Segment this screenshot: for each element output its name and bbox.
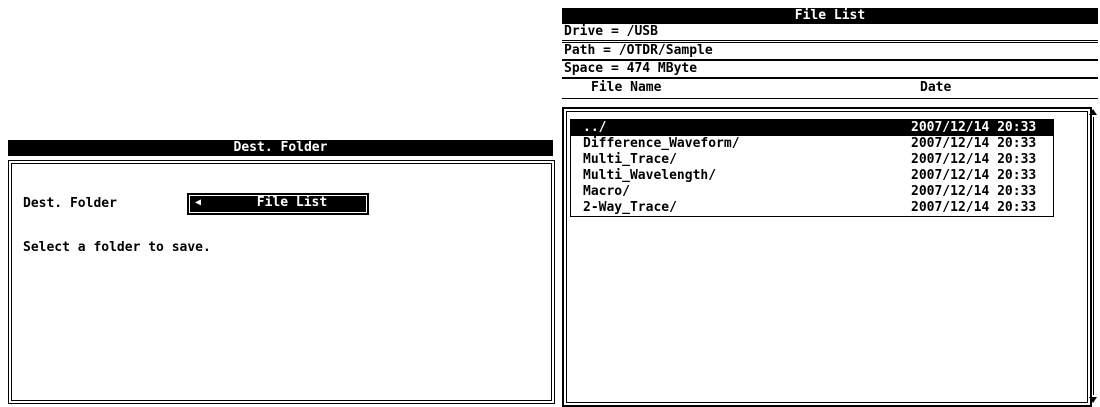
space-info: Space = 474 MByte [562, 60, 1098, 78]
file-name: ../ [583, 120, 607, 135]
dest-folder-select[interactable]: ◀ File List [187, 193, 369, 215]
file-date: 2007/12/14 20:33 [911, 200, 1037, 215]
path-text: Path = /OTDR/Sample [564, 43, 713, 58]
scrollbar[interactable] [1089, 107, 1098, 403]
file-name: Difference_Waveform/ [583, 136, 740, 151]
file-date: 2007/12/14 20:33 [911, 152, 1037, 167]
file-list-title: File List [562, 8, 1098, 24]
file-list-panel: File List Drive = /USB Path = /OTDR/Samp… [562, 8, 1098, 407]
file-name: Macro/ [583, 184, 630, 199]
file-date: 2007/12/14 20:33 [911, 120, 1037, 135]
drive-text: Drive = /USB [564, 24, 658, 39]
list-item[interactable]: Multi_Trace/ 2007/12/14 20:33 [571, 152, 1053, 168]
scrollbar-track[interactable] [1093, 117, 1094, 395]
file-rows: ../ 2007/12/14 20:33 Difference_Waveform… [570, 119, 1054, 217]
dialog-panel: Dest. Folder ◀ File List Select a folder… [8, 160, 555, 404]
space-text: Space = 474 MByte [564, 61, 698, 76]
file-name: 2-Way_Trace/ [583, 200, 677, 215]
list-item[interactable]: Macro/ 2007/12/14 20:33 [571, 184, 1053, 200]
file-list-box: ../ 2007/12/14 20:33 Difference_Waveform… [562, 107, 1092, 407]
list-item[interactable]: Difference_Waveform/ 2007/12/14 20:33 [571, 136, 1053, 152]
file-date: 2007/12/14 20:33 [911, 184, 1037, 199]
list-item[interactable]: 2-Way_Trace/ 2007/12/14 20:33 [571, 200, 1053, 216]
dest-folder-label: Dest. Folder [23, 196, 117, 211]
list-item[interactable]: ../ 2007/12/14 20:33 [571, 120, 1053, 136]
column-date: Date [920, 80, 952, 95]
scroll-down-arrow-icon[interactable] [1089, 397, 1097, 403]
list-item[interactable]: Multi_Wavelength/ 2007/12/14 20:33 [571, 168, 1053, 184]
dest-folder-value: File List [256, 195, 328, 210]
drive-info: Drive = /USB [562, 24, 1098, 41]
file-name: Multi_Trace/ [583, 152, 677, 167]
file-date: 2007/12/14 20:33 [911, 168, 1037, 183]
dialog-title: Dest. Folder [8, 140, 553, 156]
file-date: 2007/12/14 20:33 [911, 136, 1037, 151]
dest-folder-dialog: Dest. Folder Dest. Folder ◀ File List Se… [8, 140, 555, 404]
instruction-text: Select a folder to save. [23, 240, 211, 255]
path-info: Path = /OTDR/Sample [562, 42, 1098, 60]
file-name: Multi_Wavelength/ [583, 168, 717, 183]
column-header: File Name Date [562, 78, 1098, 99]
column-file-name: File Name [591, 80, 662, 95]
scroll-up-arrow-icon[interactable] [1089, 109, 1097, 115]
left-arrow-icon[interactable]: ◀ [195, 195, 201, 211]
